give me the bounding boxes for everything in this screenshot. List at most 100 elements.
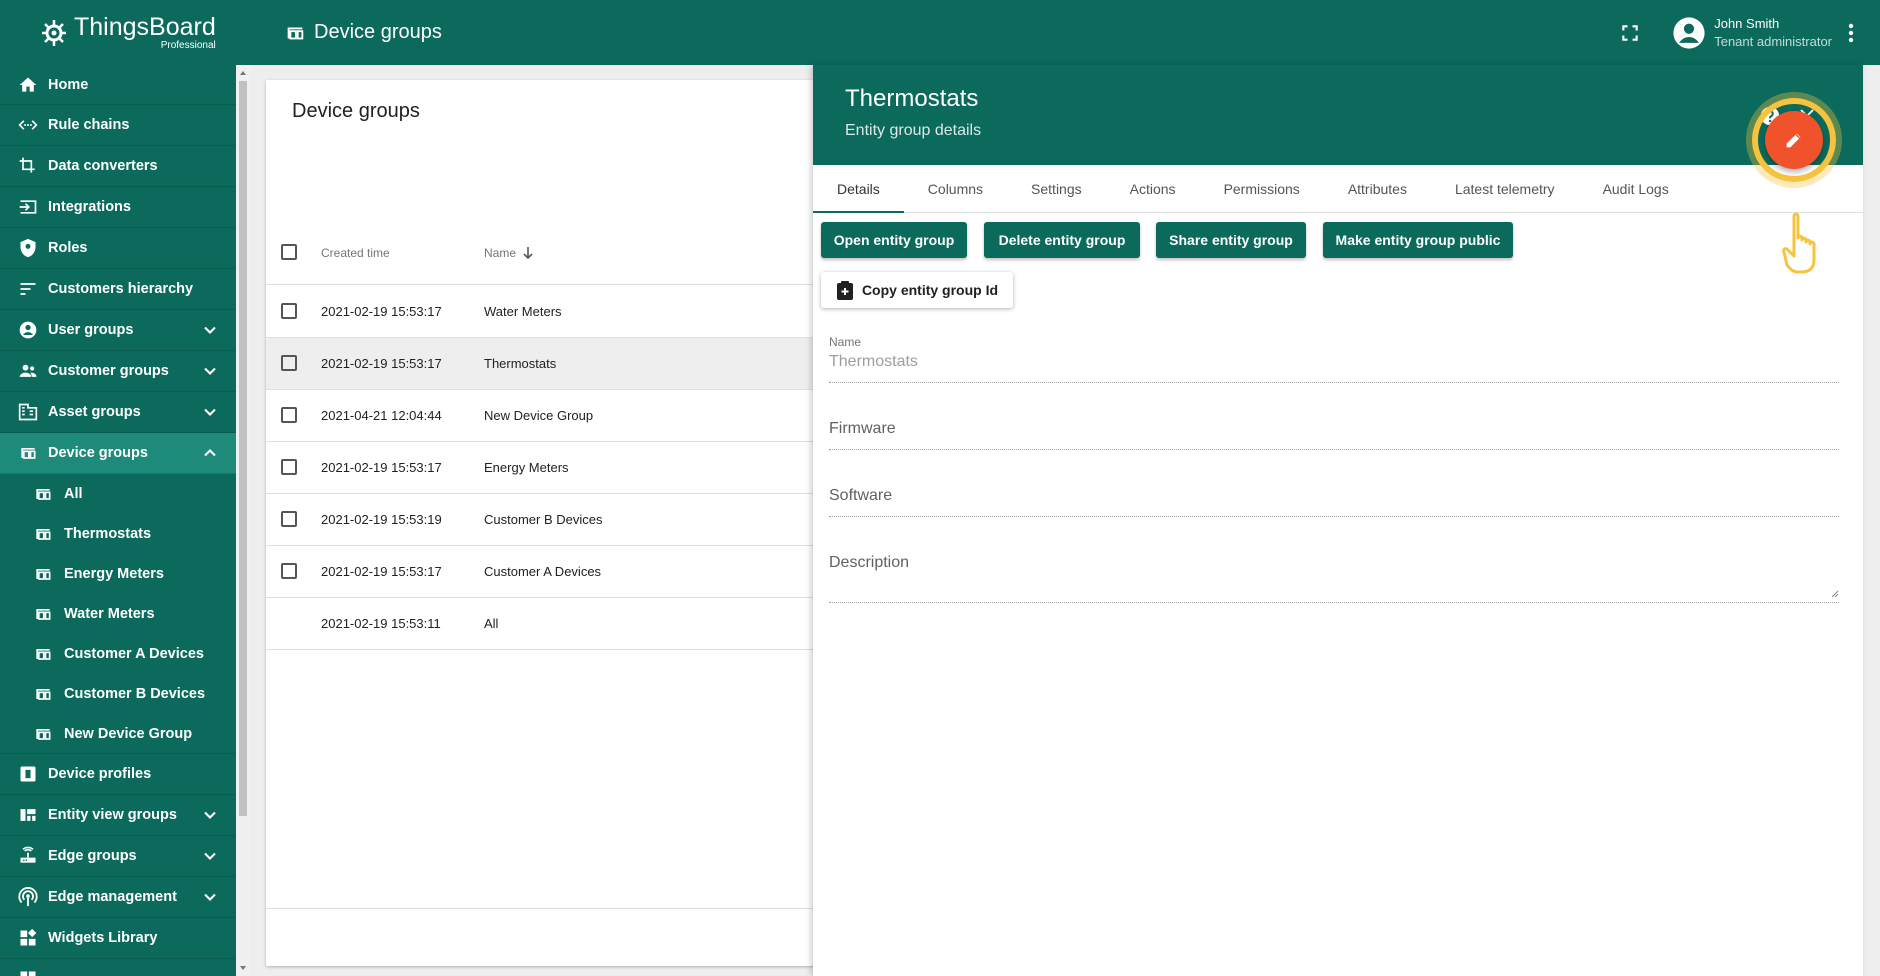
tab-columns[interactable]: Columns — [904, 165, 1007, 213]
thingsboard-logo-icon — [42, 19, 66, 46]
row-checkbox[interactable] — [281, 563, 297, 579]
table-row[interactable]: 2021-02-19 15:53:17 Water Meters — [266, 286, 826, 338]
logo[interactable]: ThingsBoard Professional — [0, 0, 236, 65]
table-row[interactable]: 2021-04-21 12:04:44 New Device Group — [266, 390, 826, 442]
sidebar-item-user-groups[interactable]: User groups — [0, 310, 236, 351]
row-name: Water Meters — [484, 304, 562, 319]
sidebar-item-partial[interactable] — [0, 959, 236, 976]
sidebar-item-data-converters[interactable]: Data converters — [0, 146, 236, 187]
row-checkbox[interactable] — [281, 407, 297, 423]
sort-arrow-down-icon[interactable] — [522, 246, 534, 260]
chevron-down-icon[interactable] — [200, 402, 220, 422]
sidebar-item-rule-chains[interactable]: Rule chains — [0, 105, 236, 146]
sidebar-subitem-label: Energy Meters — [64, 566, 164, 582]
fullscreen-icon[interactable] — [1610, 13, 1650, 53]
sidebar-item-asset-groups[interactable]: Asset groups — [0, 392, 236, 433]
table-footer — [266, 908, 826, 966]
chevron-up-icon[interactable] — [200, 443, 220, 463]
tab-actions[interactable]: Actions — [1106, 165, 1200, 213]
sidebar-item-home[interactable]: Home — [0, 65, 236, 105]
copy-entity-group-id-button[interactable]: Copy entity group Id — [821, 272, 1013, 308]
rule-chain-icon — [16, 113, 40, 137]
tab-attributes[interactable]: Attributes — [1324, 165, 1431, 213]
share-entity-group-button[interactable]: Share entity group — [1156, 222, 1306, 258]
row-created-time: 2021-02-19 15:53:17 — [321, 460, 442, 475]
sidebar-scrollbar-thumb[interactable] — [239, 81, 247, 816]
row-checkbox[interactable] — [281, 459, 297, 475]
sidebar-item-customers-hierarchy[interactable]: Customers hierarchy — [0, 269, 236, 310]
sidebar-item-edge-management[interactable]: Edge management — [0, 877, 236, 918]
settings-input-antenna-icon — [16, 885, 40, 909]
sidebar-subitem-new-device-group[interactable]: New Device Group — [0, 714, 236, 754]
sidebar-item-label: Customer groups — [48, 363, 169, 379]
tab-details[interactable]: Details — [813, 165, 904, 213]
row-name: New Device Group — [484, 408, 594, 423]
chevron-down-icon[interactable] — [200, 846, 220, 866]
sidebar-item-integrations[interactable]: Integrations — [0, 187, 236, 228]
devices-icon — [32, 482, 56, 506]
tab-permissions[interactable]: Permissions — [1200, 165, 1324, 213]
chevron-down-icon[interactable] — [200, 320, 220, 340]
row-checkbox[interactable] — [281, 303, 297, 319]
sidebar-item-roles[interactable]: Roles — [0, 228, 236, 269]
description-field-placeholder: Description — [829, 554, 910, 571]
sidebar-item-device-groups[interactable]: Device groups — [0, 433, 236, 474]
sidebar-item-device-profiles[interactable]: Device profiles — [0, 754, 236, 795]
more-vert-icon[interactable] — [1832, 13, 1880, 53]
user-name: John Smith — [1714, 15, 1780, 31]
column-header-name[interactable]: Name — [484, 246, 534, 260]
open-entity-group-button[interactable]: Open entity group — [821, 222, 967, 258]
supervisor-icon — [16, 359, 40, 383]
details-header: Thermostats Entity group details — [813, 65, 1863, 165]
table-row[interactable]: 2021-02-19 15:53:11 All — [266, 598, 826, 650]
view-quilt-icon — [16, 803, 40, 827]
sidebar-subitem-all[interactable]: All — [0, 474, 236, 514]
chevron-down-icon[interactable] — [200, 361, 220, 381]
sidebar-item-label: Device groups — [48, 445, 148, 461]
tab-latest-telemetry[interactable]: Latest telemetry — [1431, 165, 1579, 213]
description-field[interactable]: Description — [829, 534, 1839, 603]
sidebar-subitem-label: New Device Group — [64, 725, 193, 742]
firmware-field[interactable]: Firmware — [829, 400, 1839, 450]
chevron-down-icon[interactable] — [200, 887, 220, 907]
user-menu[interactable]: John Smith Tenant administrator — [1672, 15, 1832, 51]
home-icon — [16, 73, 40, 97]
select-all-checkbox[interactable] — [281, 244, 297, 260]
table-row[interactable]: 2021-02-19 15:53:17 Energy Meters — [266, 442, 826, 494]
delete-entity-group-button[interactable]: Delete entity group — [984, 222, 1140, 258]
scroll-down-arrow-icon[interactable] — [236, 962, 250, 974]
sidebar-subitem-customer-b-devices[interactable]: Customer B Devices — [0, 674, 236, 714]
sidebar-subitem-energy-meters[interactable]: Energy Meters — [0, 554, 236, 594]
table-row[interactable]: 2021-02-19 15:53:19 Customer B Devices — [266, 494, 826, 546]
tab-settings[interactable]: Settings — [1007, 165, 1106, 213]
tab-audit-logs[interactable]: Audit Logs — [1579, 165, 1693, 213]
column-header-created-time[interactable]: Created time — [321, 246, 390, 260]
resize-handle-icon[interactable] — [1831, 590, 1839, 598]
sidebar-item-customer-groups[interactable]: Customer groups — [0, 351, 236, 392]
software-field-placeholder: Software — [829, 487, 893, 504]
sidebar-subitem-customer-a-devices[interactable]: Customer A Devices — [0, 634, 236, 674]
sidebar-subitem-label: Customer A Devices — [64, 646, 204, 662]
dashboard-icon — [16, 967, 40, 976]
sidebar-subitem-water-meters[interactable]: Water Meters — [0, 594, 236, 634]
chevron-down-icon[interactable] — [200, 805, 220, 825]
widgets-icon — [16, 926, 40, 950]
details-title: Thermostats — [845, 85, 979, 112]
sidebar-item-widgets-library[interactable]: Widgets Library — [0, 918, 236, 959]
row-checkbox[interactable] — [281, 355, 297, 371]
sidebar-scrollbar[interactable] — [236, 65, 250, 976]
scroll-up-arrow-icon[interactable] — [236, 67, 250, 79]
make-entity-group-public-button[interactable]: Make entity group public — [1323, 222, 1513, 258]
edit-button[interactable] — [1765, 111, 1823, 169]
table-row[interactable]: 2021-02-19 15:53:17 Customer A Devices — [266, 546, 826, 598]
logo-edition: Professional — [160, 39, 216, 51]
row-checkbox[interactable] — [281, 511, 297, 527]
sidebar-item-edge-groups[interactable]: Edge groups — [0, 836, 236, 877]
sidebar-subitem-thermostats[interactable]: Thermostats — [0, 514, 236, 554]
name-field[interactable]: Name Thermostats — [829, 333, 1839, 383]
table-row[interactable]: 2021-02-19 15:53:17 Thermostats — [266, 338, 826, 390]
sidebar-item-entity-view-groups[interactable]: Entity view groups — [0, 795, 236, 836]
software-field[interactable]: Software — [829, 467, 1839, 517]
page-title-text: Device groups — [314, 21, 442, 43]
row-name: Thermostats — [484, 356, 557, 371]
